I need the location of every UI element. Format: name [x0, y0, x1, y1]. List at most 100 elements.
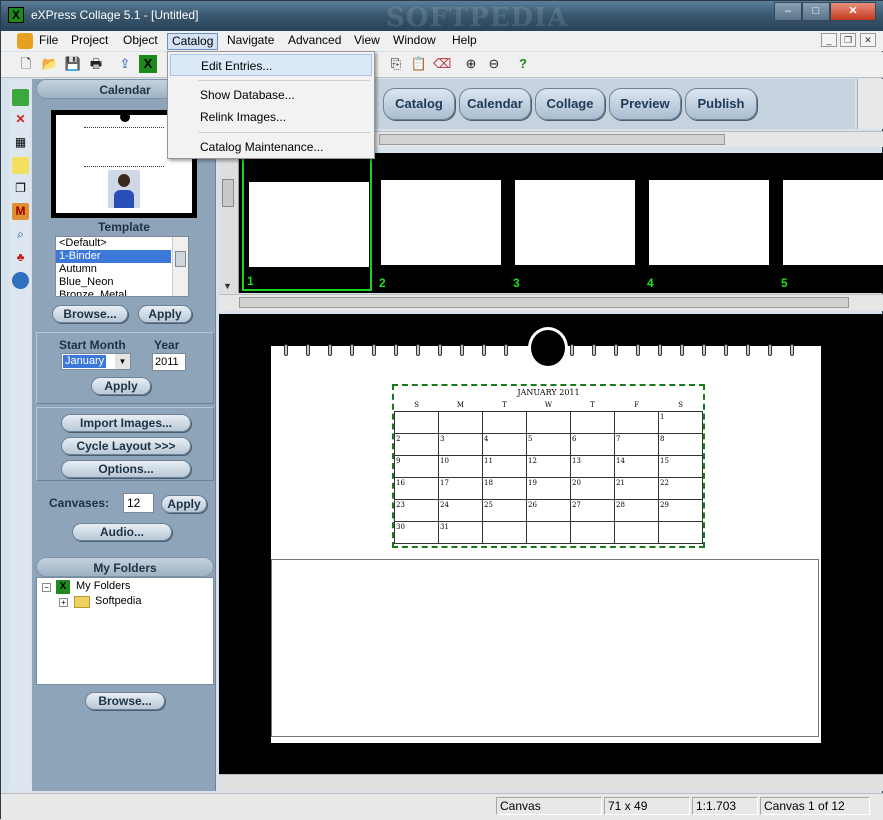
menu-object[interactable]: Object — [119, 33, 162, 50]
calendar-day-cell[interactable]: 19 — [526, 476, 571, 500]
menu-item-catalog-maintenance[interactable]: Catalog Maintenance... — [170, 136, 372, 158]
calendar-day-cell[interactable]: 10 — [438, 454, 483, 478]
calendar-day-cell[interactable] — [570, 410, 615, 434]
calendar-day-cell[interactable]: 22 — [658, 476, 703, 500]
calendar-day-cell[interactable]: 2 — [394, 432, 439, 456]
apply-month-button[interactable]: Apply — [91, 377, 151, 395]
menu-view[interactable]: View — [350, 33, 384, 50]
chevron-down-icon[interactable]: ▼ — [115, 354, 130, 369]
pages-icon[interactable]: ❐ — [12, 180, 29, 197]
template-list[interactable]: <Default> 1-Binder Autumn Blue_Neon Bron… — [55, 236, 189, 297]
menu-catalog[interactable]: Catalog — [167, 33, 219, 50]
tab-preview[interactable]: Preview — [609, 88, 681, 120]
calendar-day-cell[interactable]: 13 — [570, 454, 615, 478]
search-icon[interactable]: ⌕ — [12, 226, 29, 243]
open-icon[interactable]: 📂 — [41, 55, 59, 73]
calendar-day-cell[interactable] — [482, 410, 527, 434]
menu-item-show-database[interactable]: Show Database... — [170, 84, 372, 106]
maximize-button[interactable]: □ — [802, 2, 830, 21]
cycle-layout-button[interactable]: Cycle Layout >>> — [61, 437, 191, 455]
minimize-button[interactable]: – — [774, 2, 802, 21]
photo-placeholder[interactable] — [271, 559, 819, 737]
zoom-in-icon[interactable]: ⊕ — [462, 55, 480, 73]
calendar-day-cell[interactable] — [614, 520, 659, 544]
template-scrollbar[interactable] — [172, 237, 188, 296]
calendar-day-cell[interactable]: 27 — [570, 498, 615, 522]
folder-child-label[interactable]: Softpedia — [95, 595, 141, 607]
collapse-icon[interactable]: − — [42, 583, 51, 592]
browse-folders-button[interactable]: Browse... — [85, 692, 165, 710]
canvas-horizontal-scrollbar[interactable] — [219, 774, 883, 791]
chevron-down-icon[interactable]: ▼ — [223, 281, 232, 291]
tab-collage[interactable]: Collage — [535, 88, 605, 120]
menu-help[interactable]: Help — [448, 33, 481, 50]
title-bar[interactable]: X eXPress Collage 5.1 - [Untitled] SOFTP… — [1, 1, 883, 33]
import-images-button[interactable]: Import Images... — [61, 414, 191, 432]
list-item[interactable]: Blue_Neon — [56, 276, 171, 289]
mdi-restore-button[interactable]: ❐ — [840, 33, 856, 47]
close-button[interactable]: ✕ — [830, 2, 876, 21]
calendar-day-cell[interactable]: 3 — [438, 432, 483, 456]
thumbnail-horizontal-scrollbar[interactable] — [219, 294, 883, 311]
calendar-grid[interactable]: JANUARY 2011 SMTWTFS 1 2 3 4 5 6 7 8 9 10 11 12 13 14… — [392, 384, 705, 548]
audio-button[interactable]: Audio... — [72, 523, 172, 541]
canvases-field[interactable]: 12 — [123, 493, 154, 513]
calendar-day-cell[interactable] — [438, 410, 483, 434]
calendar-day-cell[interactable] — [526, 520, 571, 544]
calendar-day-cell[interactable]: 15 — [658, 454, 703, 478]
thumbnail-5[interactable]: 5 — [778, 157, 883, 291]
calendar-day-cell[interactable]: 23 — [394, 498, 439, 522]
menu-navigate[interactable]: Navigate — [223, 33, 278, 50]
menu-advanced[interactable]: Advanced — [284, 33, 345, 50]
list-item[interactable]: <Default> — [56, 237, 171, 250]
calendar-day-cell[interactable] — [614, 410, 659, 434]
paste-icon[interactable]: 📋 — [410, 55, 428, 73]
calendar-day-cell[interactable]: 18 — [482, 476, 527, 500]
mail-icon[interactable]: M — [12, 203, 29, 220]
thumbnail-vertical-scrollbar[interactable]: ▼ — [219, 153, 239, 293]
save-icon[interactable]: 💾 — [64, 55, 82, 73]
calendar-day-cell[interactable]: 26 — [526, 498, 571, 522]
calendar-day-cell[interactable]: 28 — [614, 498, 659, 522]
tab-catalog[interactable]: Catalog — [383, 88, 455, 120]
calendar-day-cell[interactable] — [658, 520, 703, 544]
tree-icon[interactable]: ♣ — [12, 249, 29, 266]
browse-button[interactable]: Browse... — [52, 305, 128, 323]
mdi-close-button[interactable]: ✕ — [860, 33, 876, 47]
options-button[interactable]: Options... — [61, 460, 191, 478]
calendar-day-cell[interactable]: 12 — [526, 454, 571, 478]
document-icon[interactable] — [17, 33, 33, 49]
apply-canvases-button[interactable]: Apply — [161, 495, 207, 513]
list-item[interactable]: Autumn — [56, 263, 171, 276]
menu-project[interactable]: Project — [67, 33, 112, 50]
thumbnail-2[interactable]: 2 — [376, 157, 506, 291]
copy-icon[interactable]: ⎘ — [387, 55, 405, 73]
calendar-day-cell[interactable]: 20 — [570, 476, 615, 500]
import-icon[interactable]: ⇪ — [116, 55, 134, 73]
calendar-day-cell[interactable]: 29 — [658, 498, 703, 522]
tab-calendar[interactable]: Calendar — [459, 88, 531, 120]
calendar-day-cell[interactable]: 24 — [438, 498, 483, 522]
calendar-day-cell[interactable]: 25 — [482, 498, 527, 522]
list-item[interactable]: Bronze_Metal — [56, 289, 171, 296]
note-icon[interactable] — [12, 157, 29, 174]
menu-file[interactable]: File — [35, 33, 62, 50]
calendar-day-cell[interactable]: 30 — [394, 520, 439, 544]
calendar-day-cell[interactable]: 6 — [570, 432, 615, 456]
folder-root-label[interactable]: My Folders — [76, 580, 130, 592]
calendar-day-cell[interactable] — [570, 520, 615, 544]
photo-icon[interactable] — [12, 89, 29, 106]
thumbnail-4[interactable]: 4 — [644, 157, 774, 291]
grid-icon[interactable]: ▦ — [12, 134, 29, 151]
delete-icon[interactable]: ⌫ — [433, 55, 451, 73]
calendar-day-cell[interactable]: 5 — [526, 432, 571, 456]
calendar-day-cell[interactable]: 31 — [438, 520, 483, 544]
cross-icon[interactable]: ✕ — [12, 111, 29, 128]
thumbnail-1[interactable]: 1 — [242, 157, 372, 291]
calendar-day-cell[interactable] — [482, 520, 527, 544]
menu-window[interactable]: Window — [389, 33, 440, 50]
tab-publish[interactable]: Publish — [685, 88, 757, 120]
calendar-day-cell[interactable]: 11 — [482, 454, 527, 478]
calendar-day-cell[interactable]: 8 — [658, 432, 703, 456]
globe-icon[interactable] — [12, 272, 29, 289]
